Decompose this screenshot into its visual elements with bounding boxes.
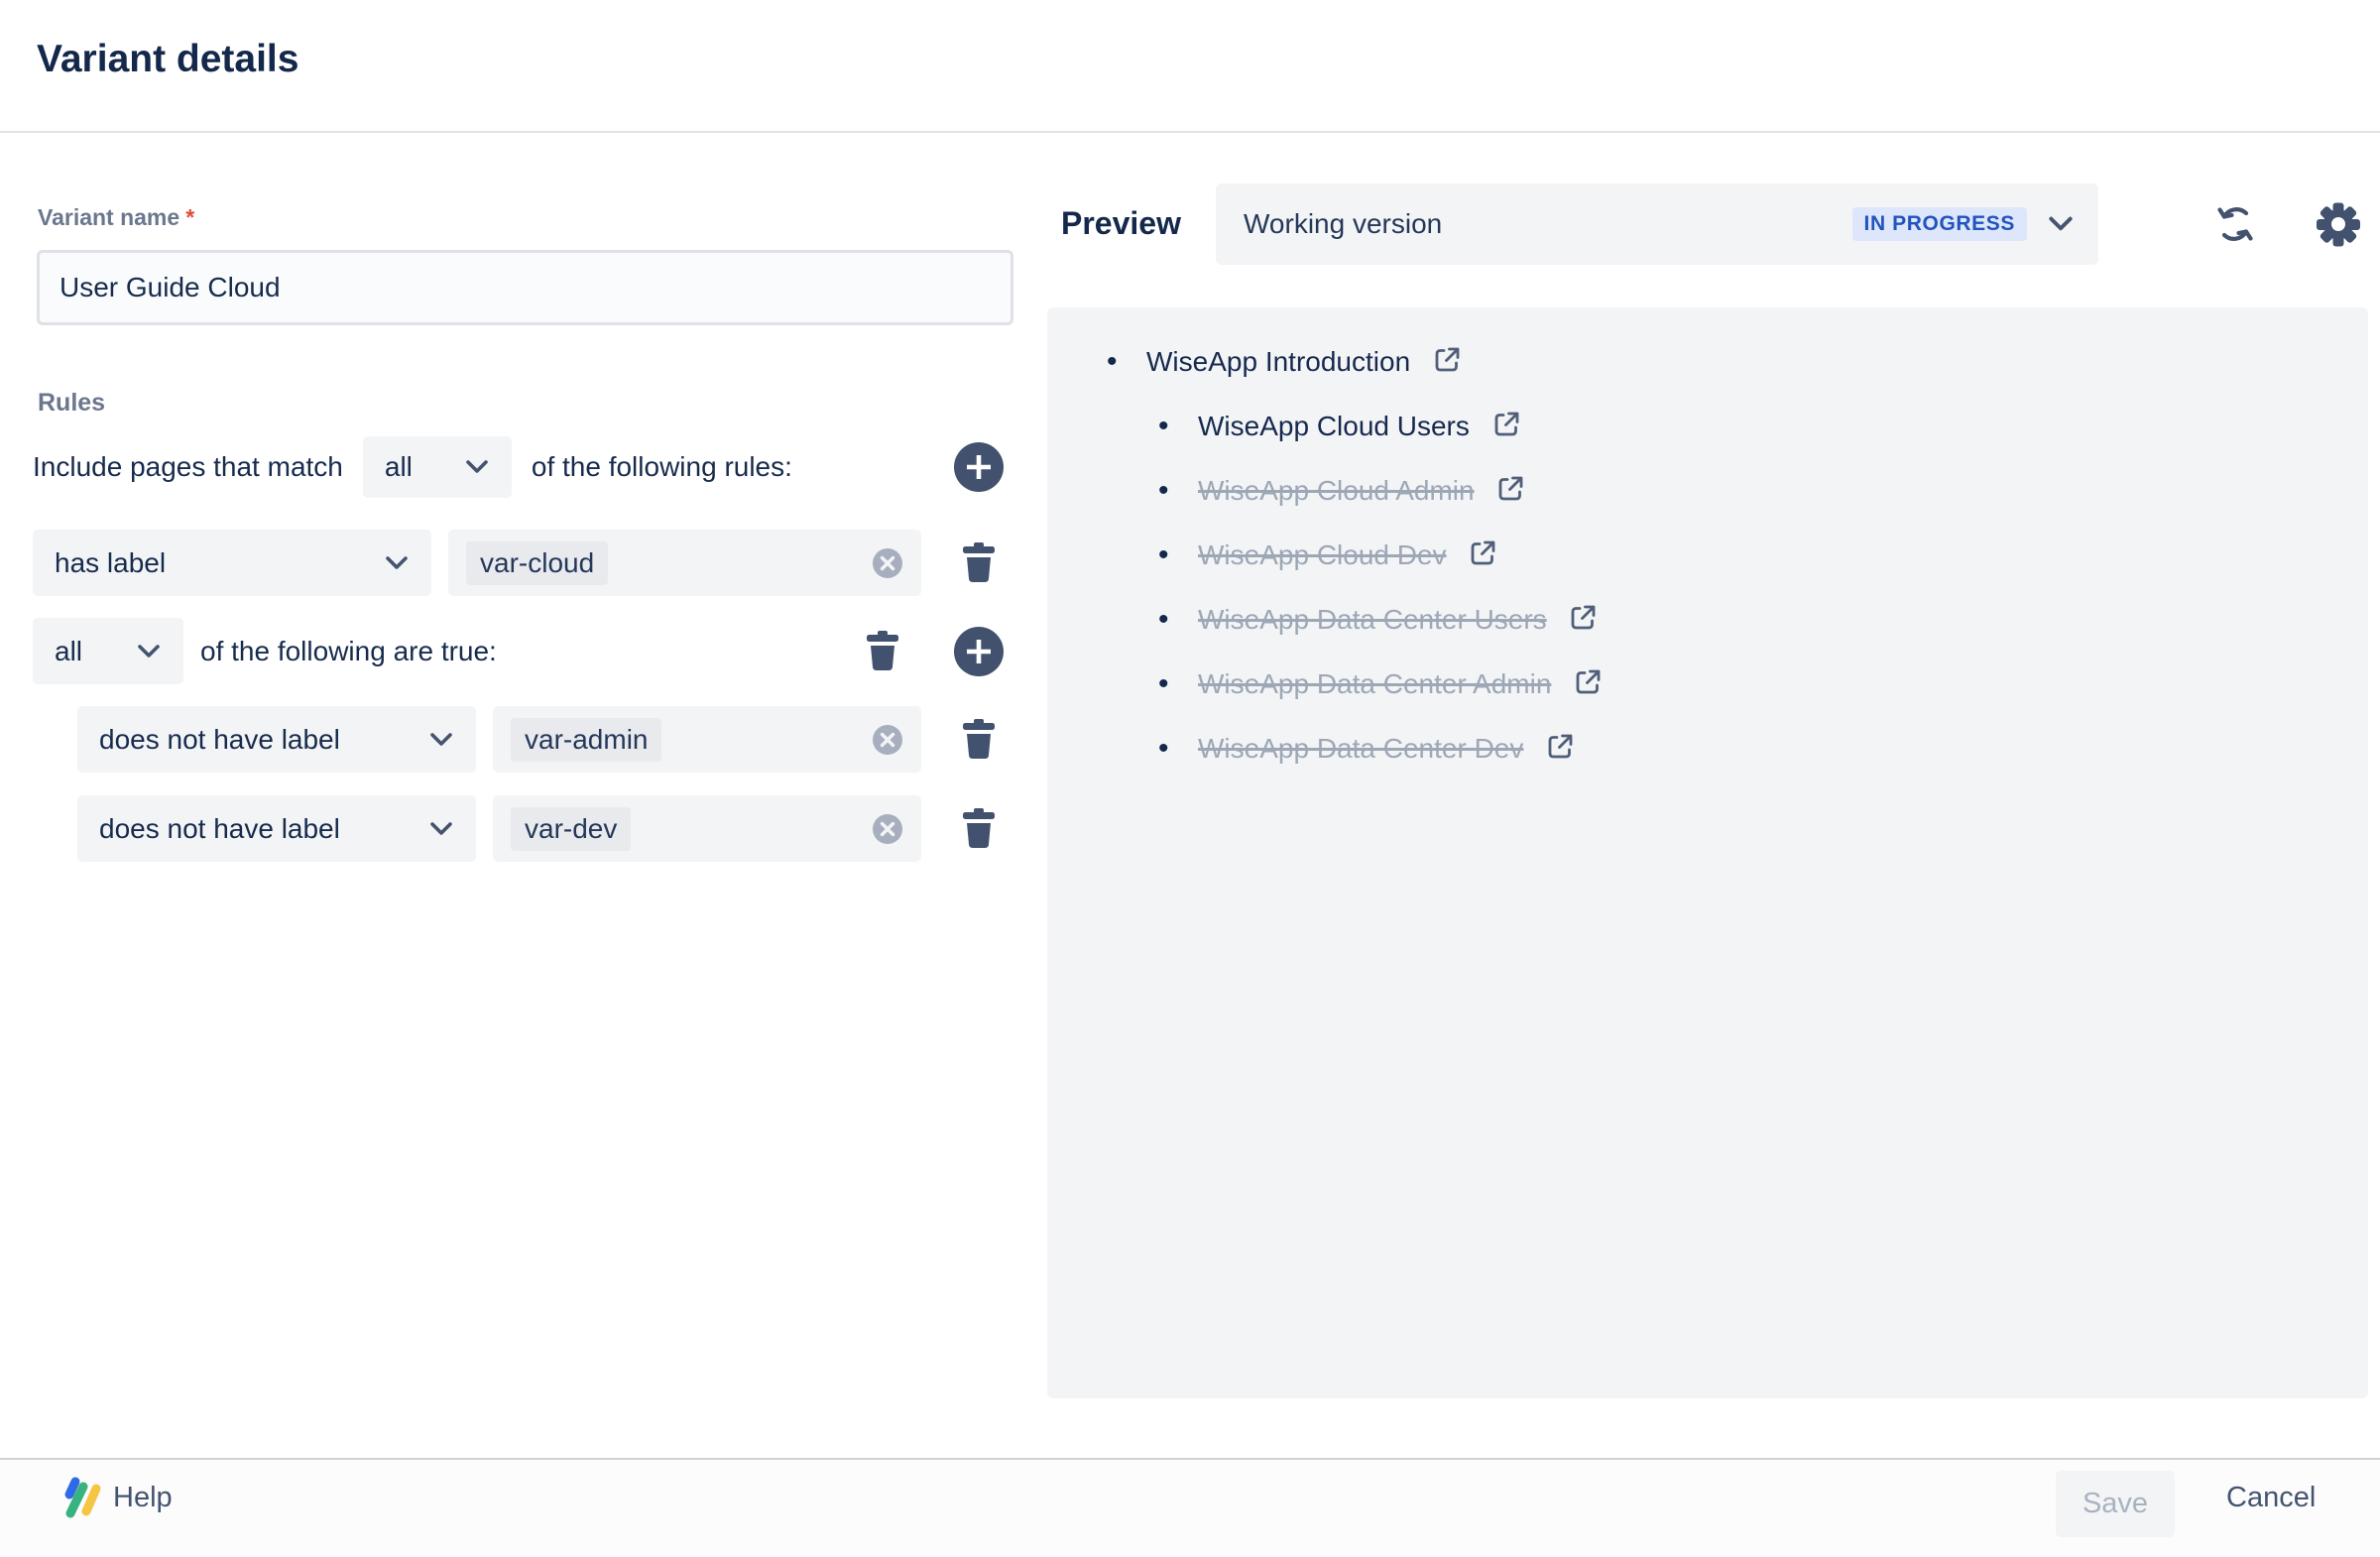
dialog-footer: Help Save Cancel <box>0 1458 2380 1557</box>
page-tree-item-excluded: WiseApp Cloud Dev <box>1047 523 2368 587</box>
rule-value-field[interactable]: var-dev <box>493 795 921 862</box>
settings-button[interactable] <box>2315 200 2362 248</box>
chevron-down-icon <box>2047 210 2075 238</box>
version-selector[interactable]: Working version IN PROGRESS <box>1216 183 2098 265</box>
variant-name-input[interactable] <box>37 250 1013 325</box>
header-divider <box>0 131 2380 133</box>
group-label-text: of the following are true: <box>200 636 497 667</box>
rule-row: does not have label var-admin <box>77 706 1004 773</box>
delete-rule-button[interactable] <box>954 715 1004 765</box>
circle-x-icon[interactable] <box>872 547 903 579</box>
match-suffix-text: of the following rules: <box>532 451 792 483</box>
external-link-icon[interactable] <box>1545 732 1575 762</box>
variant-details-dialog: Variant details Variant name* Rules Incl… <box>0 0 2380 1557</box>
chevron-down-icon <box>136 639 162 664</box>
preview-panel: WiseApp Introduction WiseApp Cloud Users… <box>1047 307 2368 1398</box>
match-rule-line: Include pages that match all of the foll… <box>33 434 1004 500</box>
rule-condition-select[interactable]: does not have label <box>77 795 476 862</box>
trash-icon <box>961 719 997 760</box>
brand-logo <box>60 1474 101 1519</box>
page-title: Variant details <box>37 38 298 81</box>
external-link-icon[interactable] <box>1568 603 1598 633</box>
delete-rule-button[interactable] <box>954 804 1004 854</box>
label-chip: var-dev <box>511 807 631 851</box>
rule-value-field[interactable]: var-admin <box>493 706 921 773</box>
external-link-icon[interactable] <box>1491 410 1521 439</box>
trash-icon <box>961 808 997 849</box>
refresh-icon <box>2213 202 2257 246</box>
refresh-button[interactable] <box>2211 200 2259 248</box>
gear-icon <box>2321 207 2355 241</box>
page-tree-item-excluded: WiseApp Data Center Users <box>1047 587 2368 652</box>
add-rule-button[interactable] <box>954 442 1004 492</box>
group-operator-select[interactable]: all <box>33 618 183 684</box>
required-asterisk: * <box>185 204 194 230</box>
page-tree-item-excluded: WiseApp Data Center Admin <box>1047 652 2368 716</box>
status-badge: IN PROGRESS <box>1852 207 2027 241</box>
rule-value-field[interactable]: var-cloud <box>448 530 921 596</box>
help-link[interactable]: Help <box>113 1482 173 1514</box>
rule-condition-select[interactable]: has label <box>33 530 431 596</box>
rule-row: has label var-cloud <box>33 530 1004 596</box>
add-group-rule-button[interactable] <box>954 627 1004 676</box>
label-chip: var-cloud <box>466 541 608 585</box>
save-button[interactable]: Save <box>2056 1471 2175 1537</box>
rule-group-row: all of the following are true: <box>33 618 1004 684</box>
rule-row: does not have label var-dev <box>77 795 1004 862</box>
cancel-button[interactable]: Cancel <box>2226 1482 2316 1514</box>
match-prefix-text: Include pages that match <box>33 451 343 483</box>
external-link-icon[interactable] <box>1432 345 1462 375</box>
delete-rule-button[interactable] <box>954 539 1004 588</box>
chevron-down-icon <box>384 550 410 576</box>
chevron-down-icon <box>428 727 454 753</box>
page-tree: WiseApp Introduction WiseApp Cloud Users… <box>1047 307 2368 780</box>
rules-heading: Rules <box>38 389 105 418</box>
plus-icon <box>967 640 991 663</box>
trash-icon <box>865 631 900 671</box>
page-tree-item-excluded: WiseApp Cloud Admin <box>1047 458 2368 523</box>
chevron-down-icon <box>428 816 454 842</box>
page-tree-item-excluded: WiseApp Data Center Dev <box>1047 716 2368 780</box>
rule-condition-select[interactable]: does not have label <box>77 706 476 773</box>
preview-label: Preview <box>1061 205 1181 242</box>
variant-name-label: Variant name* <box>38 204 194 231</box>
chevron-down-icon <box>464 454 490 480</box>
page-tree-item: WiseApp Cloud Users <box>1047 394 2368 458</box>
circle-x-icon[interactable] <box>872 813 903 845</box>
plus-icon <box>967 455 991 479</box>
match-operator-select[interactable]: all <box>363 436 512 498</box>
label-chip: var-admin <box>511 718 661 762</box>
external-link-icon[interactable] <box>1468 539 1497 568</box>
trash-icon <box>961 542 997 583</box>
circle-x-icon[interactable] <box>872 724 903 756</box>
external-link-icon[interactable] <box>1573 667 1603 697</box>
page-tree-item: WiseApp Introduction <box>1047 329 2368 394</box>
external-link-icon[interactable] <box>1495 474 1525 504</box>
delete-group-button[interactable] <box>858 627 907 676</box>
version-name: Working version <box>1244 208 1442 240</box>
